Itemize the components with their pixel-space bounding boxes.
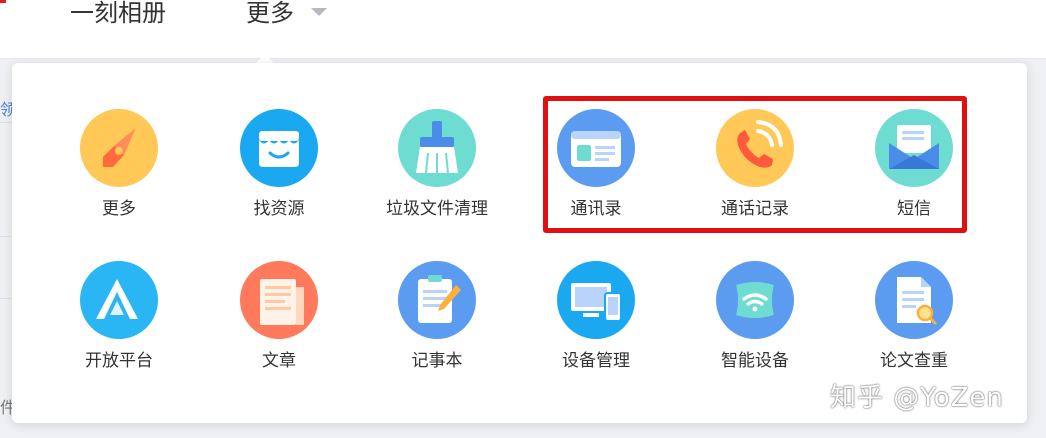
app-label: 智能设备: [721, 351, 789, 371]
compass-icon: [80, 109, 158, 187]
background-text-fragment: 领: [0, 100, 12, 119]
background-divider: [0, 122, 12, 123]
app-device-management[interactable]: 设备管理: [517, 261, 675, 373]
top-nav: 一刻相册 更多: [0, 0, 1046, 59]
platform-logo-icon: [80, 261, 158, 339]
background-divider: [0, 298, 12, 299]
app-open-platform[interactable]: 开放平台: [40, 261, 198, 373]
app-label: 更多: [102, 199, 136, 219]
page: 一刻相册 更多 领 件 更多 找资源 垃圾文件清理 通讯录 通话记录 短信 开放…: [0, 0, 1046, 438]
background-text-fragment: 件: [0, 398, 12, 417]
nav-more[interactable]: 更多: [246, 0, 294, 26]
devices-icon: [557, 261, 635, 339]
watermark: 知乎 @YoZen: [830, 383, 1004, 413]
broom-icon: [398, 109, 476, 187]
app-label: 文章: [262, 351, 296, 371]
app-junk-cleanup[interactable]: 垃圾文件清理: [358, 109, 516, 221]
highlight-box: [543, 96, 967, 233]
caret-down-icon[interactable]: [311, 8, 327, 16]
app-paper-check[interactable]: 论文查重: [835, 261, 993, 373]
shop-icon: [240, 109, 318, 187]
nav-album[interactable]: 一刻相册: [70, 0, 166, 26]
background-divider: [0, 236, 12, 237]
paper-search-icon: [875, 261, 953, 339]
document-icon: [240, 261, 318, 339]
app-articles[interactable]: 文章: [200, 261, 358, 373]
app-find-resources[interactable]: 找资源: [200, 109, 358, 221]
dropdown-arrow: [256, 54, 274, 63]
app-notepad[interactable]: 记事本: [358, 261, 516, 373]
red-corner-decoration: [0, 0, 6, 13]
app-more[interactable]: 更多: [40, 109, 198, 221]
app-label: 设备管理: [562, 351, 630, 371]
app-label: 开放平台: [85, 351, 153, 371]
app-label: 记事本: [411, 351, 463, 371]
app-label: 找资源: [253, 199, 305, 219]
notepad-icon: [398, 261, 476, 339]
app-label: 垃圾文件清理: [386, 199, 488, 219]
wifi-device-icon: [716, 261, 794, 339]
app-smart-devices[interactable]: 智能设备: [676, 261, 834, 373]
app-label: 论文查重: [880, 351, 948, 371]
